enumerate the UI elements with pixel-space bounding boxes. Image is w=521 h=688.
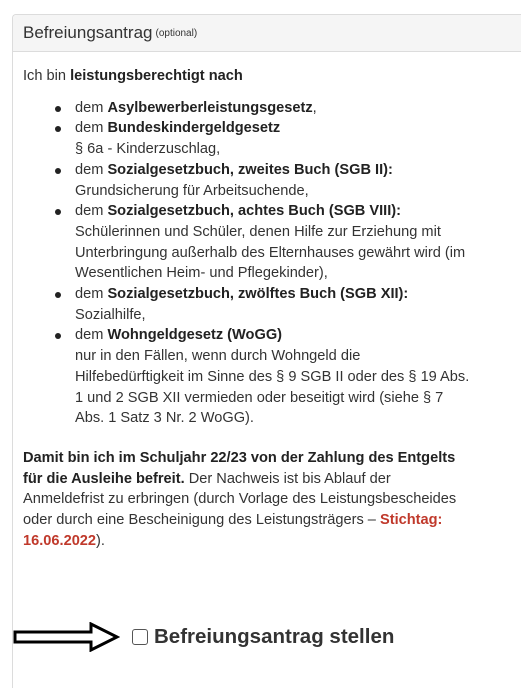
item-law: Sozialgesetzbuch, zwölftes Buch (SGB XII… <box>107 286 409 303</box>
item-detail: Unterbringung außerhalb des Elternhauses… <box>75 244 466 261</box>
notice-text-line4: oder durch eine Bescheinigung des Leistu… <box>23 512 380 529</box>
item-prefix: dem <box>75 203 108 220</box>
deadline-date: 16.06.2022 <box>23 532 97 549</box>
exemption-request-row: Befreiungsantrag stellen <box>13 622 394 652</box>
item-law: Asylbewerberleistungsgesetz <box>107 99 313 116</box>
item-law: Sozialgesetzbuch, achtes Buch (SGB VIII)… <box>107 203 402 220</box>
bullet-icon <box>55 126 61 133</box>
notice-text-line2: Der Nachweis ist bis Ablauf der <box>184 470 391 487</box>
arrow-right-outline-icon <box>13 622 120 652</box>
item-detail: § 6a - Kinderzuschlag, <box>75 141 221 158</box>
panel-heading: Befreiungsantrag (optional) <box>13 15 521 52</box>
panel-title-optional: (optional) <box>155 27 198 39</box>
notice-text-line3: Anmeldefrist zu erbringen (durch Vorlage… <box>23 491 457 508</box>
item-detail: Grundsicherung für Arbeitsuchende, <box>75 182 309 199</box>
bullet-icon <box>55 105 61 112</box>
exemption-notice: Damit bin ich im Schuljahr 22/23 von der… <box>23 448 513 552</box>
bullet-icon <box>55 209 61 216</box>
intro-bold: leistungsberechtigt nach <box>70 68 243 84</box>
list-item: dem Bundeskindergeldgesetz § 6a - Kinder… <box>23 118 513 159</box>
eligibility-list: dem Asylbewerberleistungsgesetz, dem Bun… <box>23 98 513 429</box>
notice-bold-line2: für die Ausleihe befreit. <box>23 470 185 487</box>
item-detail: Hilfebedürftigkeit im Sinne des § 9 SGB … <box>75 368 470 385</box>
bullet-icon <box>55 333 61 340</box>
item-prefix: dem <box>75 99 108 116</box>
intro-prefix: Ich bin <box>23 68 71 84</box>
item-prefix: dem <box>75 161 108 178</box>
item-prefix: dem <box>75 286 108 303</box>
exemption-panel: Befreiungsantrag (optional) Ich bin leis… <box>12 14 521 688</box>
list-item: dem Sozialgesetzbuch, achtes Buch (SGB V… <box>23 201 513 284</box>
panel-body: Ich bin leistungsberechtigt nach dem Asy… <box>13 52 521 551</box>
item-detail: Schülerinnen und Schüler, denen Hilfe zu… <box>75 223 441 240</box>
item-law: Wohngeldgesetz (WoGG) <box>107 327 283 344</box>
exemption-request-label[interactable]: Befreiungsantrag stellen <box>154 625 394 649</box>
intro-text: Ich bin leistungsberechtigt nach <box>23 66 513 87</box>
item-detail: Wesentlichen Heim- und Pflegekinder), <box>75 265 328 282</box>
notice-text-line5: ). <box>96 532 105 549</box>
list-item: dem Wohngeldgesetz (WoGG) nur in den Fäl… <box>23 325 513 429</box>
exemption-request-checkbox[interactable] <box>132 629 148 645</box>
item-law: Bundeskindergeldgesetz <box>107 120 281 137</box>
list-item: dem Asylbewerberleistungsgesetz, <box>23 98 513 119</box>
list-item: dem Sozialgesetzbuch, zwölftes Buch (SGB… <box>23 284 513 325</box>
list-item: dem Sozialgesetzbuch, zweites Buch (SGB … <box>23 160 513 201</box>
item-prefix: dem <box>75 120 108 137</box>
item-detail: Abs. 1 Satz 3 Nr. 2 WoGG). <box>75 410 254 427</box>
item-prefix: dem <box>75 327 108 344</box>
item-suffix: , <box>312 99 317 116</box>
notice-bold-line1: Damit bin ich im Schuljahr 22/23 von der… <box>23 449 456 466</box>
deadline-label: Stichtag: <box>379 512 443 529</box>
panel-title: Befreiungsantrag <box>23 23 153 42</box>
item-detail: 1 und 2 SGB XII vermieden oder beseitigt… <box>75 389 444 406</box>
item-law: Sozialgesetzbuch, zweites Buch (SGB II): <box>107 161 393 178</box>
item-detail: Sozialhilfe, <box>75 306 146 323</box>
bullet-icon <box>55 292 61 299</box>
item-detail: nur in den Fällen, wenn durch Wohngeld d… <box>75 348 361 365</box>
bullet-icon <box>55 167 61 174</box>
